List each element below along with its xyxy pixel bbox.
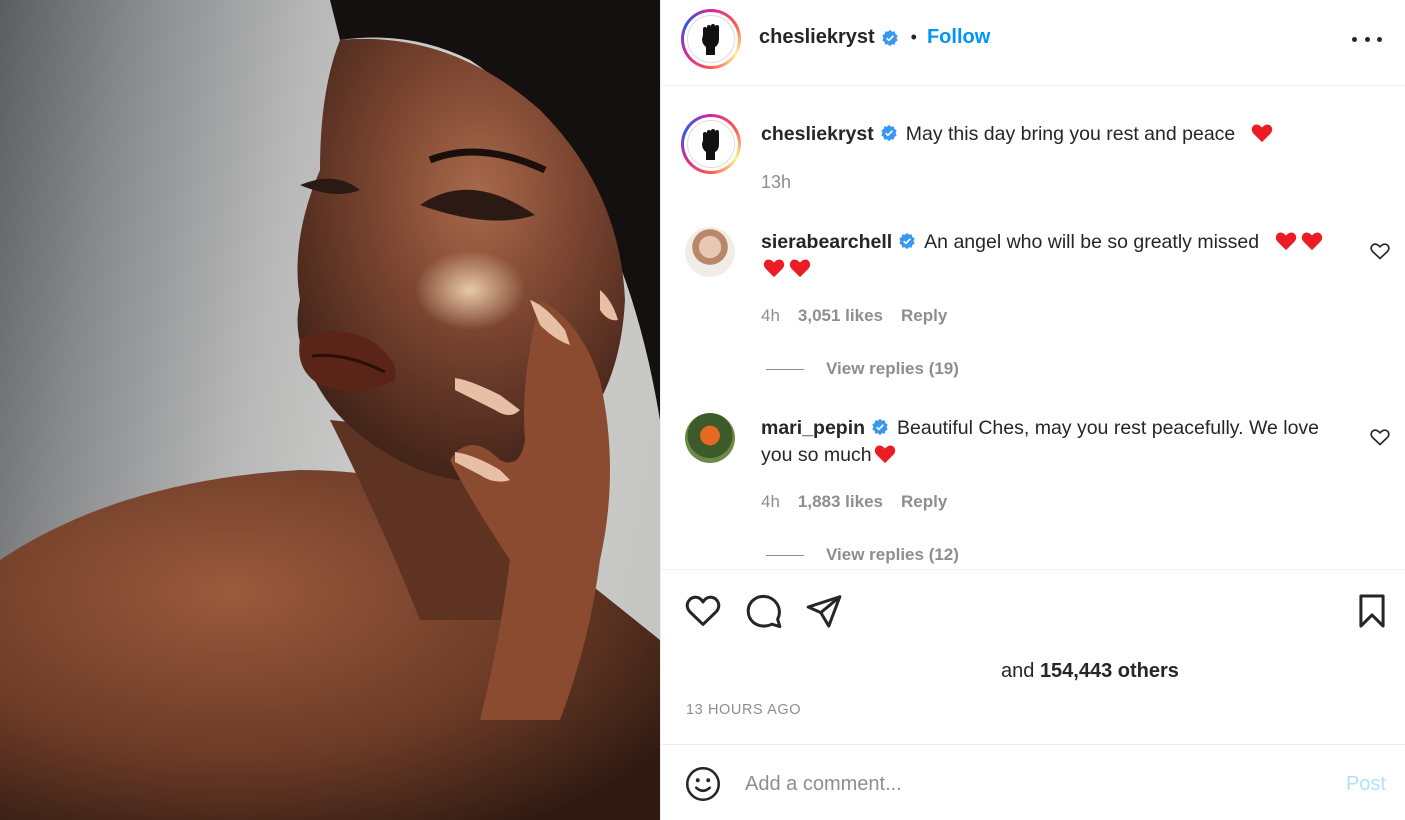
replies-divider (766, 554, 804, 556)
post-comment-button[interactable]: Post (1346, 773, 1386, 796)
caption-text: May this day bring you rest and peace (905, 123, 1236, 145)
comment-username[interactable]: sierabearchell (761, 231, 892, 253)
author-avatar[interactable] (681, 9, 741, 69)
raised-fist-icon (702, 24, 719, 55)
red-heart-emoji-icon (789, 259, 811, 278)
view-replies-label: View replies (12) (826, 545, 959, 564)
comment-likes[interactable]: 1,883 likes (798, 492, 883, 512)
post-timestamp[interactable]: 13 HOURS AGO (686, 702, 801, 718)
comment-icon[interactable] (745, 592, 783, 630)
save-bookmark-icon[interactable] (1353, 592, 1391, 630)
comment-avatar[interactable] (685, 413, 735, 463)
reply-button[interactable]: Reply (901, 306, 947, 326)
likes-count[interactable]: 154,443 others (1040, 660, 1179, 682)
post-header: chesliekryst • Follow (661, 0, 1405, 86)
caption-avatar[interactable] (681, 114, 741, 174)
separator-dot: • (910, 27, 917, 47)
follow-button[interactable]: Follow (927, 26, 990, 49)
comment-avatar[interactable] (685, 227, 735, 277)
verified-badge-icon (899, 232, 915, 250)
like-comment-heart-icon[interactable] (1370, 241, 1390, 261)
comment-username[interactable]: mari_pepin (761, 417, 865, 439)
caption-username[interactable]: chesliekryst (761, 123, 874, 145)
comment-text-line: sierabearchell An angel who will be so gr… (761, 229, 1351, 283)
comments-list[interactable]: chesliekryst May this day bring you rest … (661, 87, 1405, 569)
portrait-image (0, 0, 660, 820)
add-comment-bar: Post (661, 746, 1405, 820)
caption-text-line: chesliekryst May this day bring you rest … (761, 121, 1351, 148)
verified-badge-icon (881, 124, 897, 142)
verified-badge-icon (872, 418, 888, 436)
replies-divider (766, 368, 804, 370)
comment-time[interactable]: 4h (761, 306, 780, 326)
post-photo[interactable] (0, 0, 660, 820)
caption-meta: 13h (761, 172, 791, 193)
comment-meta: 4h 3,051 likes Reply (761, 306, 947, 326)
comment-input[interactable] (745, 766, 1305, 802)
raised-fist-icon (702, 129, 719, 160)
header-user: chesliekryst • Follow (759, 26, 990, 49)
view-replies-label: View replies (19) (826, 359, 959, 378)
view-replies-button[interactable]: View replies (19) (766, 359, 959, 379)
red-heart-emoji-icon (763, 259, 785, 278)
comment-text: An angel who will be so greatly missed (924, 231, 1260, 253)
likes-summary[interactable]: and 154,443 others (1001, 660, 1179, 683)
verified-badge-icon (881, 29, 898, 46)
red-heart-emoji-icon (1301, 232, 1322, 251)
comment-text-line: mari_pepin Beautiful Ches, may you rest p… (761, 415, 1351, 469)
caption-time[interactable]: 13h (761, 172, 791, 193)
like-comment-heart-icon[interactable] (1370, 427, 1390, 447)
comment-time[interactable]: 4h (761, 492, 780, 512)
share-paper-plane-icon[interactable] (805, 592, 843, 630)
post-actions: and 154,443 others 13 HOURS AGO (661, 569, 1405, 745)
author-username[interactable]: chesliekryst (759, 26, 875, 49)
red-heart-emoji-icon (1251, 124, 1272, 143)
comment-likes[interactable]: 3,051 likes (798, 306, 883, 326)
emoji-smiley-icon[interactable] (685, 766, 721, 802)
comment-meta: 4h 1,883 likes Reply (761, 492, 947, 512)
view-replies-button[interactable]: View replies (12) (766, 545, 959, 565)
red-heart-emoji-icon (1275, 232, 1296, 251)
like-heart-icon[interactable] (684, 592, 722, 630)
red-heart-emoji-icon (874, 445, 895, 464)
likes-prefix: and (1001, 660, 1035, 682)
post-side-panel: chesliekryst • Follow chesliekryst May th… (660, 0, 1405, 820)
reply-button[interactable]: Reply (901, 492, 947, 512)
more-options-icon[interactable] (1352, 28, 1382, 50)
